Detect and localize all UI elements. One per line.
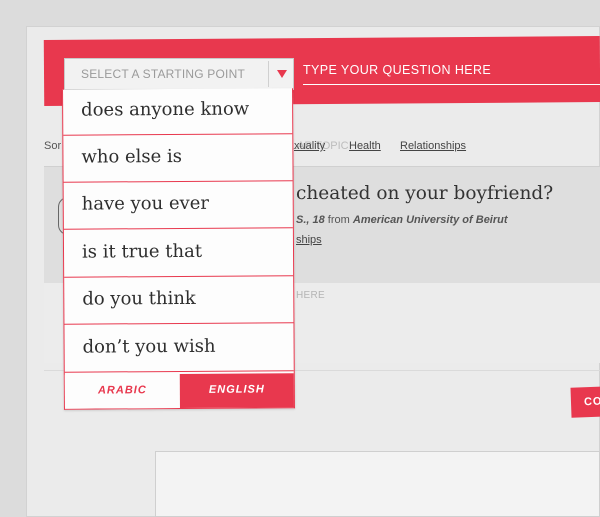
option-label: don’t you wish (82, 335, 216, 358)
option-does-anyone-know[interactable]: does anyone know (63, 88, 293, 136)
select-placeholder: SELECT A STARTING POINT (81, 67, 245, 81)
language-english-label: ENGLISH (208, 383, 265, 396)
question-meta: S., 18 from American University of Beiru… (296, 214, 508, 226)
starting-point-select[interactable]: SELECT A STARTING POINT (64, 58, 294, 90)
option-label: have you ever (81, 192, 210, 215)
option-who-else-is[interactable]: who else is (63, 135, 293, 183)
option-label: do you think (82, 287, 196, 310)
question-input-underline (303, 84, 600, 85)
select-separator (268, 61, 269, 87)
language-arabic-label: ARABIC (97, 384, 147, 397)
question-title[interactable]: cheated on your boyfriend? (296, 183, 553, 204)
option-do-you-think[interactable]: do you think (64, 277, 294, 325)
tab-health[interactable]: Health (349, 140, 381, 152)
chevron-down-icon[interactable] (277, 70, 287, 78)
option-have-you-ever[interactable]: have you ever (63, 182, 293, 230)
asker-info: S., 18 (296, 214, 325, 226)
option-label: does anyone know (81, 98, 250, 121)
continue-button[interactable]: CO (570, 386, 600, 418)
continue-label: CO (583, 395, 600, 409)
asker-school: American University of Beirut (352, 214, 508, 226)
sort-label: Sor (44, 140, 62, 152)
language-arabic-button[interactable]: ARABIC (64, 373, 180, 409)
question-input[interactable]: TYPE YOUR QUESTION HERE (303, 63, 600, 83)
language-english-button[interactable]: ENGLISH (179, 373, 294, 408)
answer-placeholder: HERE (296, 290, 325, 301)
tab-sexuality[interactable]: xuality (294, 140, 325, 152)
lower-content-box (155, 451, 600, 517)
option-label: who else is (81, 145, 183, 168)
option-is-it-true-that[interactable]: is it true that (63, 230, 294, 278)
option-label: is it true that (81, 240, 203, 263)
option-dont-you-wish[interactable]: don’t you wish (64, 325, 294, 373)
tab-relationships[interactable]: Relationships (400, 140, 466, 152)
question-topic-link[interactable]: ships (296, 234, 322, 246)
meta-from: from (324, 214, 353, 226)
language-toggle: ARABIC ENGLISH (64, 373, 294, 409)
starting-point-dropdown: does anyone know who else is have you ev… (62, 88, 295, 410)
